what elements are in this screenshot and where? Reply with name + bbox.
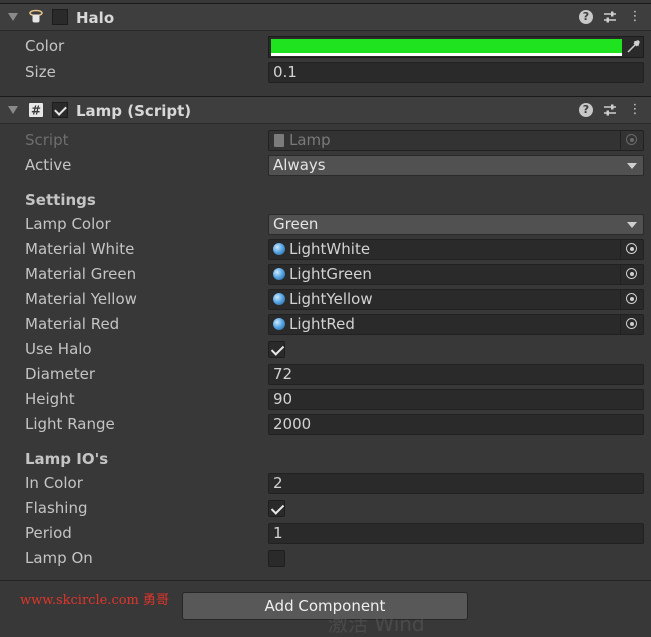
material-sphere-icon	[273, 243, 285, 255]
context-menu-icon[interactable]: ⋮	[628, 103, 642, 117]
halo-component-header[interactable]: Halo ? ⋮	[0, 3, 651, 31]
object-picker-icon	[620, 130, 643, 151]
diameter-field[interactable]: 72	[268, 364, 644, 385]
script-field: Lamp	[268, 130, 644, 151]
lamp-title: Lamp (Script)	[76, 102, 192, 120]
add-component-button[interactable]: Add Component	[182, 592, 468, 620]
material-label: Material Yellow	[25, 290, 137, 308]
material-row: Material White LightWhite	[0, 238, 651, 262]
halo-size-row: Size 0.1	[0, 61, 651, 85]
chevron-down-icon	[627, 222, 637, 228]
material-sphere-icon	[273, 293, 285, 305]
script-row: Script Lamp	[0, 129, 651, 153]
height-label: Height	[25, 390, 75, 408]
in-color-row: In Color 2	[0, 472, 651, 496]
material-row: Material Red LightRed	[0, 313, 651, 337]
svg-text:#: #	[31, 104, 41, 118]
alpha-bar	[271, 53, 622, 56]
material-label: Material Green	[25, 265, 137, 283]
object-picker-icon[interactable]	[620, 264, 643, 285]
script-label: Script	[25, 131, 69, 149]
material-row: Material Yellow LightYellow	[0, 288, 651, 312]
material-label: Material Red	[25, 315, 120, 333]
script-hash-icon: #	[29, 103, 43, 118]
object-picker-icon[interactable]	[620, 289, 643, 310]
lamp-component-header[interactable]: # Lamp (Script) ? ⋮	[0, 96, 651, 124]
watermark-text: www.skcircle.com 勇哥	[20, 593, 170, 608]
height-field[interactable]: 90	[268, 389, 644, 410]
object-picker-icon[interactable]	[620, 239, 643, 260]
lamp-foldout-arrow-icon[interactable]	[8, 106, 18, 114]
settings-header: Settings	[25, 191, 96, 209]
halo-enabled-checkbox[interactable]	[52, 9, 68, 25]
diameter-row: Diameter 72	[0, 363, 651, 387]
material-sphere-icon	[273, 318, 285, 330]
lamp-on-label: Lamp On	[25, 549, 93, 567]
period-label: Period	[25, 524, 72, 542]
use-halo-label: Use Halo	[25, 340, 92, 358]
halo-foldout-arrow-icon[interactable]	[8, 13, 18, 21]
eyedropper-icon[interactable]	[626, 40, 640, 54]
flashing-label: Flashing	[25, 499, 88, 517]
use-halo-row: Use Halo	[0, 338, 651, 362]
halo-size-field[interactable]: 0.1	[268, 62, 644, 83]
light-range-row: Light Range 2000	[0, 413, 651, 437]
lamp-on-checkbox[interactable]	[268, 550, 285, 567]
lamp-color-row: Lamp Color Green	[0, 213, 651, 237]
lamp-on-row: Lamp On	[0, 547, 651, 571]
halo-size-label: Size	[25, 63, 56, 81]
active-value: Always	[273, 156, 326, 174]
active-row: Active Always	[0, 154, 651, 178]
lamp-color-label: Lamp Color	[25, 215, 111, 233]
lamp-color-value: Green	[273, 215, 319, 233]
light-range-field[interactable]: 2000	[268, 414, 644, 435]
chevron-down-icon	[627, 163, 637, 169]
light-range-label: Light Range	[25, 415, 115, 433]
material-row: Material Green LightGreen	[0, 263, 651, 287]
height-row: Height 90	[0, 388, 651, 412]
presets-icon[interactable]	[603, 103, 617, 117]
material-value: LightGreen	[289, 265, 372, 283]
material-value: LightYellow	[289, 290, 373, 308]
in-color-field[interactable]: 2	[268, 473, 644, 494]
halo-title: Halo	[76, 9, 115, 27]
activation-ghost-text: 激活 Wind	[328, 612, 425, 636]
halo-icon	[29, 9, 43, 23]
flashing-checkbox[interactable]	[268, 500, 285, 517]
period-row: Period 1	[0, 522, 651, 546]
flashing-row: Flashing	[0, 497, 651, 521]
material-field[interactable]: LightGreen	[268, 264, 644, 285]
halo-color-label: Color	[25, 37, 65, 55]
lamp-io-header: Lamp IO's	[25, 450, 109, 468]
context-menu-icon[interactable]: ⋮	[628, 10, 642, 24]
use-halo-checkbox[interactable]	[268, 341, 285, 358]
script-file-icon	[274, 134, 284, 147]
help-icon[interactable]: ?	[579, 10, 593, 24]
active-label: Active	[25, 156, 72, 174]
material-value: LightRed	[289, 315, 355, 333]
material-sphere-icon	[273, 268, 285, 280]
help-icon[interactable]: ?	[579, 103, 593, 117]
script-value: Lamp	[289, 131, 331, 149]
color-swatch[interactable]	[271, 39, 622, 53]
material-value: LightWhite	[289, 240, 371, 258]
material-label: Material White	[25, 240, 135, 258]
period-field[interactable]: 1	[268, 523, 644, 544]
halo-color-field[interactable]	[268, 36, 644, 58]
in-color-label: In Color	[25, 474, 83, 492]
material-field[interactable]: LightYellow	[268, 289, 644, 310]
presets-icon[interactable]	[603, 10, 617, 24]
diameter-label: Diameter	[25, 365, 96, 383]
lamp-color-dropdown[interactable]: Green	[268, 214, 644, 235]
active-dropdown[interactable]: Always	[268, 155, 644, 176]
lamp-enabled-checkbox[interactable]	[52, 102, 68, 118]
material-field[interactable]: LightWhite	[268, 239, 644, 260]
material-field[interactable]: LightRed	[268, 314, 644, 335]
object-picker-icon[interactable]	[620, 314, 643, 335]
